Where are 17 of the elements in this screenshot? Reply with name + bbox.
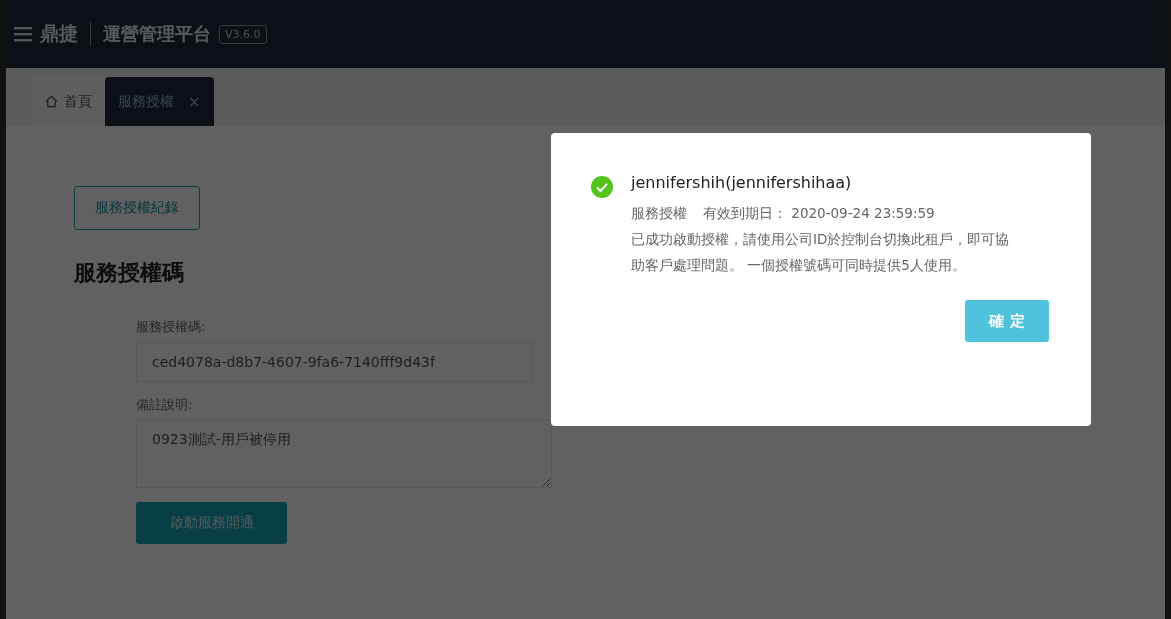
- section-heading: 服務授權碼: [74, 259, 184, 287]
- confirm-button[interactable]: 確 定: [965, 300, 1049, 342]
- version-badge: V3.6.0: [219, 24, 267, 44]
- brand-logo: 鼎捷: [40, 21, 78, 46]
- textarea-field[interactable]: 0923測試-用戶被停用: [136, 420, 552, 488]
- dialog-message: 已成功啟動授權，請使用公司ID於控制台切換此租戶，即可協助客戶處理問題。 一個授權號碼可同時提供5人使用。: [631, 230, 1011, 275]
- expiry-text: 有效到期日： 2020-09-24 23:59:59: [703, 204, 935, 223]
- platform-title: 運營管理平台: [103, 22, 211, 46]
- menu-icon[interactable]: [14, 26, 32, 42]
- home-icon: [45, 95, 58, 108]
- submit-button[interactable]: 啟動服務開通: [136, 502, 287, 544]
- close-tab-icon[interactable]: ×: [188, 92, 201, 111]
- dialog-title: jennifershih(jennifershihaa): [631, 173, 853, 192]
- service-label: 服務授權: [631, 204, 687, 223]
- history-button[interactable]: 服務授權紀錄: [74, 186, 200, 230]
- input-field[interactable]: ced4078a-d8b7-4607-9fa6-7140fff9d43f: [136, 342, 532, 382]
- success-icon: [591, 176, 613, 198]
